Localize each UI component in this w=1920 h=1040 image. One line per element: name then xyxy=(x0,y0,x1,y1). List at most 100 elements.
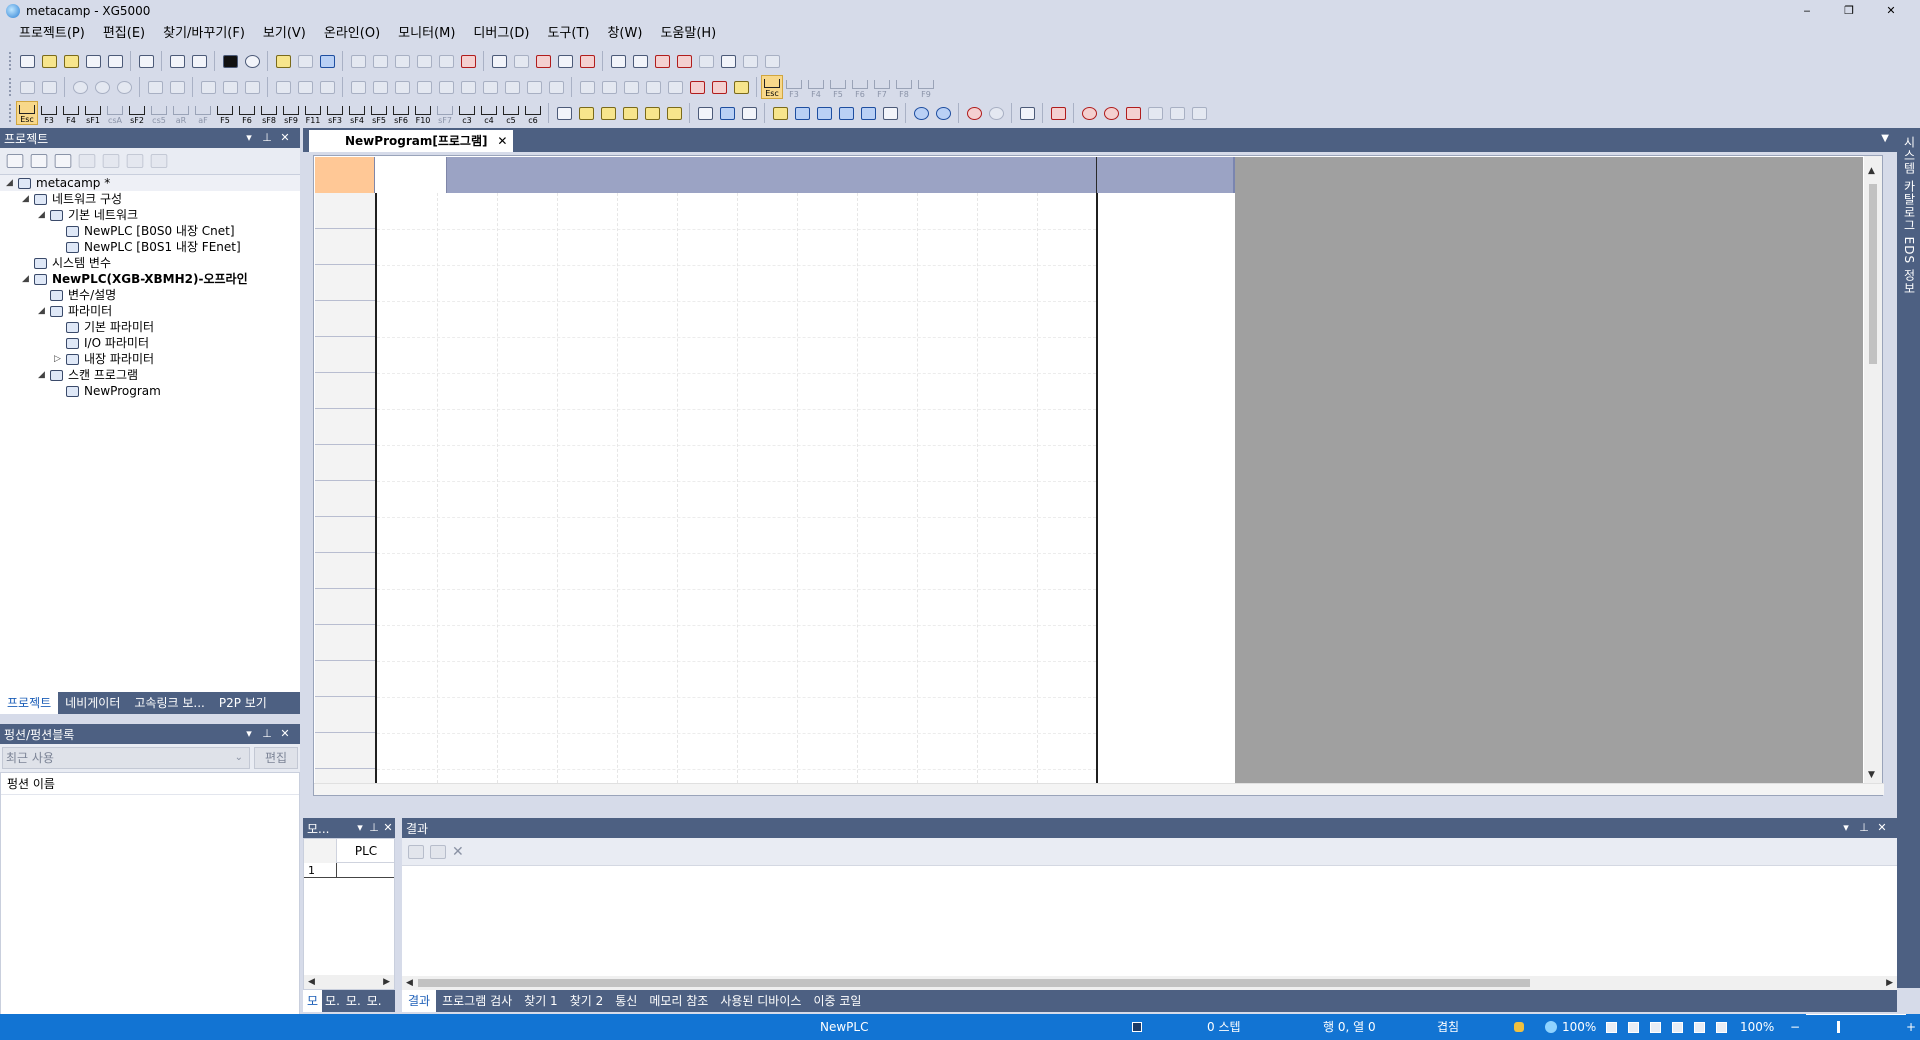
tree-item[interactable]: NewPLC [B0S1 내장 FEnet] xyxy=(0,239,300,255)
close-window-button[interactable]: ✕ xyxy=(1870,0,1912,22)
tab-newprogram[interactable]: NewProgram[프로그램] ✕ xyxy=(309,130,514,152)
tab-monitor-1[interactable]: 모 xyxy=(303,990,323,1012)
find-icon[interactable] xyxy=(607,50,629,72)
variable-view-icon[interactable] xyxy=(575,102,597,124)
function-view-icon[interactable] xyxy=(663,102,685,124)
refresh-icon[interactable] xyxy=(150,154,168,168)
device-monitor-icon[interactable] xyxy=(369,76,391,98)
scroll-up-icon[interactable]: ▲ xyxy=(1868,166,1875,176)
tab-navigator[interactable]: 네비게이터 xyxy=(58,692,127,714)
print-icon[interactable] xyxy=(104,50,126,72)
run-mode-icon[interactable] xyxy=(69,76,91,98)
close-tab-icon[interactable]: ✕ xyxy=(497,130,507,152)
menu-find-replace[interactable]: 찾기/바꾸기(F) xyxy=(154,22,254,46)
redo-icon[interactable] xyxy=(369,50,391,72)
scrollbar-thumb[interactable] xyxy=(418,979,1530,987)
af-key[interactable]: aF xyxy=(192,101,214,125)
ladder-grid[interactable] xyxy=(315,157,1235,785)
rung-number-cell[interactable] xyxy=(315,553,375,589)
breakpoint-icon[interactable] xyxy=(576,76,598,98)
simulator-icon[interactable] xyxy=(1078,102,1100,124)
text-view-icon[interactable] xyxy=(1716,1022,1727,1033)
tree-item[interactable]: ▷ 내장 파라미터 xyxy=(0,351,300,367)
copy-icon[interactable] xyxy=(413,50,435,72)
tree-item[interactable]: ◢ NewPLC(XGB-XBMH2)-오프라인 xyxy=(0,271,300,287)
contact-nc-key[interactable]: F4 xyxy=(60,101,82,125)
clear-results-icon[interactable]: ✕ xyxy=(452,845,466,859)
find-device-icon[interactable] xyxy=(651,50,673,72)
connect-icon[interactable] xyxy=(16,76,38,98)
tab-list-dropdown-icon[interactable]: ▼ xyxy=(1881,128,1889,150)
sf6-key[interactable]: sF6 xyxy=(390,101,412,125)
pin-icon[interactable]: ⊥ xyxy=(367,818,381,838)
rung-number-cell[interactable] xyxy=(315,373,375,409)
rung-number-cell[interactable] xyxy=(315,481,375,517)
rung-number-cell[interactable] xyxy=(315,229,375,265)
ssl-icon[interactable] xyxy=(316,50,338,72)
tree-expand-icon[interactable] xyxy=(6,154,24,168)
data-trace-icon[interactable] xyxy=(413,76,435,98)
tree-item[interactable]: 기본 파라미터 xyxy=(0,319,300,335)
rung-comment-icon[interactable] xyxy=(835,102,857,124)
label-icon[interactable] xyxy=(857,102,879,124)
tree-item[interactable]: ◢ metacamp * xyxy=(0,175,300,191)
replace-all-icon[interactable] xyxy=(695,50,717,72)
unlock-icon[interactable] xyxy=(126,154,144,168)
tab-p2p[interactable]: P2P 보기 xyxy=(212,692,274,714)
online-edit-icon[interactable] xyxy=(197,76,219,98)
forward-arrow-icon[interactable] xyxy=(761,50,783,72)
view-icon-2[interactable] xyxy=(1628,1022,1639,1033)
copy-results-icon[interactable] xyxy=(430,844,446,859)
zoom-slider-track[interactable] xyxy=(1806,1014,1906,1015)
delete-cell-icon[interactable] xyxy=(576,50,598,72)
monitor-stop-icon[interactable] xyxy=(316,76,338,98)
breakpoint-list-icon[interactable] xyxy=(708,76,730,98)
rung-number-cell[interactable] xyxy=(315,193,375,229)
ladder-cursor-cell[interactable] xyxy=(375,157,447,193)
delete-row-icon[interactable] xyxy=(532,50,554,72)
csa-key[interactable]: csA xyxy=(104,101,126,125)
print-setup-icon[interactable] xyxy=(188,50,210,72)
collapse-arrow-icon[interactable]: ◢ xyxy=(6,175,13,191)
rung-number-cell[interactable] xyxy=(315,265,375,301)
lock-icon[interactable] xyxy=(102,154,120,168)
print-results-icon[interactable] xyxy=(408,844,424,859)
monitor-horizontal-scrollbar[interactable]: ◀ ▶ xyxy=(304,975,394,989)
scroll-down-icon[interactable]: ▼ xyxy=(1868,770,1875,780)
menu-tools[interactable]: 도구(T) xyxy=(538,22,598,46)
tree-item[interactable]: ◢ 네트워크 구성 xyxy=(0,191,300,207)
view-icon-4[interactable] xyxy=(1672,1022,1683,1033)
open-folder-icon[interactable] xyxy=(38,50,60,72)
c6-key[interactable]: c6 xyxy=(522,101,544,125)
scroll-right-icon[interactable]: ▶ xyxy=(383,975,390,989)
tab-communication[interactable]: 통신 xyxy=(609,990,643,1012)
tab-used-devices[interactable]: 사용된 디바이스 xyxy=(714,990,807,1012)
sf7-key[interactable]: sF7 xyxy=(434,101,456,125)
import-icon[interactable] xyxy=(135,50,157,72)
read-icon[interactable] xyxy=(166,76,188,98)
comment-view-icon[interactable] xyxy=(619,102,641,124)
open-project-icon[interactable] xyxy=(60,50,82,72)
sf3-key[interactable]: sF3 xyxy=(324,101,346,125)
menu-debug[interactable]: 디버그(D) xyxy=(464,22,538,46)
select-mode-key[interactable]: Esc xyxy=(761,75,783,99)
io-info-icon[interactable] xyxy=(457,76,479,98)
ladder-editor[interactable]: ▲ ▼ xyxy=(313,155,1884,796)
io-skip-icon[interactable] xyxy=(501,76,523,98)
debug-comment-icon[interactable] xyxy=(730,76,752,98)
edit-button[interactable]: 편집 xyxy=(254,747,298,769)
monitor-pause-icon[interactable] xyxy=(294,76,316,98)
device-view-icon[interactable] xyxy=(597,102,619,124)
online-cancel-icon[interactable] xyxy=(241,76,263,98)
view-icon-5[interactable] xyxy=(1694,1022,1705,1033)
rung-number-cell[interactable] xyxy=(315,517,375,553)
comment-icon[interactable] xyxy=(272,50,294,72)
zoom-plus-button[interactable]: + xyxy=(1906,1014,1916,1040)
goto-step-icon[interactable] xyxy=(717,50,739,72)
rung-number-cell[interactable] xyxy=(315,409,375,445)
sf5-key[interactable]: sF5 xyxy=(368,101,390,125)
menu-help[interactable]: 도움말(H) xyxy=(651,22,725,46)
search-zoom-icon[interactable] xyxy=(985,102,1007,124)
find-next-icon[interactable] xyxy=(629,50,651,72)
ladder-view-icon[interactable] xyxy=(694,102,716,124)
